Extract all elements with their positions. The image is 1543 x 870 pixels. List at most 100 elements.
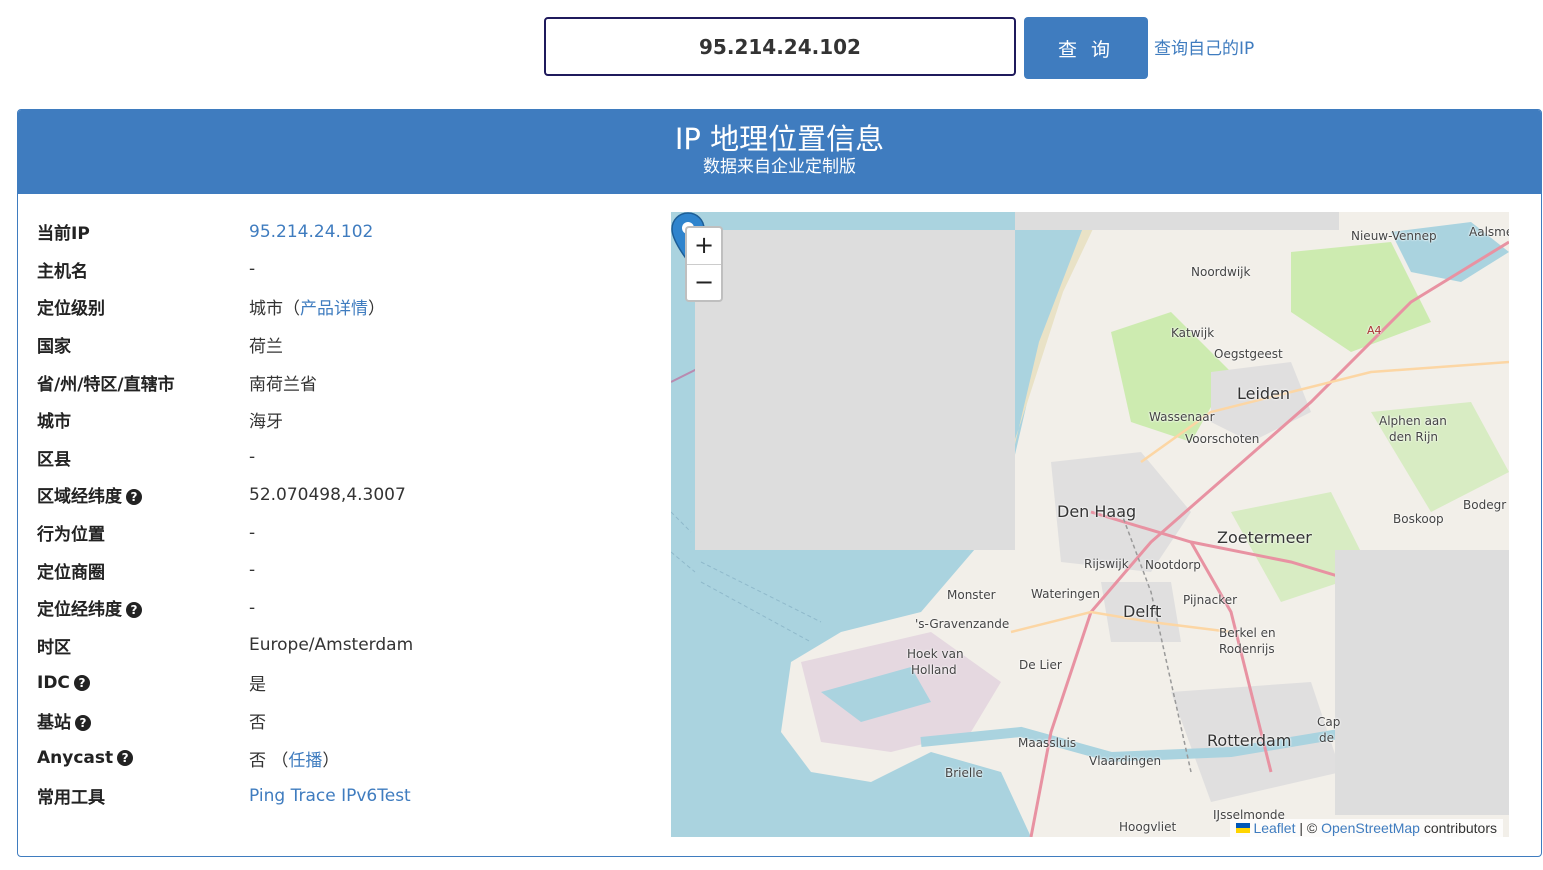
- map-label: Alphen aan: [1379, 414, 1447, 428]
- question-circle-icon[interactable]: ?: [126, 602, 142, 619]
- row-label: 区域经纬度: [37, 487, 122, 508]
- row-value: 城市（: [249, 299, 300, 320]
- row-value: 荷兰: [249, 337, 283, 358]
- self-ip-link[interactable]: 查询自己的IP: [1154, 34, 1254, 59]
- row-label: 当前IP: [37, 224, 90, 245]
- row-anycast: Anycast? 否 （任播）: [37, 739, 413, 777]
- map-label: Boskoop: [1393, 512, 1444, 526]
- row-business-area: 定位商圈 -: [37, 551, 413, 589]
- row-idc: IDC? 是: [37, 664, 413, 702]
- question-circle-icon[interactable]: ?: [73, 674, 90, 691]
- row-city: 城市 海牙: [37, 401, 413, 439]
- row-label: 时区: [37, 637, 71, 658]
- row-hostname: 主机名 -: [37, 251, 413, 289]
- shipping-lane: [700, 561, 822, 643]
- panel-title: IP 地理位置信息: [674, 122, 885, 156]
- map-label: Voorschoten: [1185, 432, 1260, 446]
- row-label: 常用工具: [37, 788, 105, 809]
- row-value: -: [249, 259, 256, 280]
- row-label: 国家: [37, 337, 71, 358]
- question-circle-icon[interactable]: ?: [117, 750, 134, 767]
- map-label: Cap: [1317, 715, 1341, 729]
- missing-tile: [1335, 550, 1509, 815]
- panel-subtitle: 数据来自企业定制版: [703, 157, 856, 177]
- missing-tile: [695, 230, 1015, 550]
- trace-link[interactable]: Trace: [291, 786, 336, 806]
- panel-header: IP 地理位置信息 数据来自企业定制版: [18, 110, 1541, 194]
- map-label: Rodenrijs: [1219, 642, 1275, 656]
- map-label: Rotterdam: [1207, 731, 1292, 750]
- map-label: Vlaardingen: [1089, 754, 1162, 768]
- map-label: Bodegr: [1463, 498, 1507, 512]
- row-value: -: [249, 597, 256, 618]
- map-label: Leiden: [1237, 384, 1291, 403]
- map-label: Maassluis: [1018, 736, 1077, 750]
- row-value: 否 （: [249, 750, 289, 771]
- row-value-suffix: ）: [322, 750, 340, 771]
- map-label: Nootdorp: [1145, 558, 1201, 572]
- row-location-coords: 定位经纬度? -: [37, 589, 413, 627]
- map-label: Brielle: [945, 766, 983, 780]
- query-button[interactable]: 查 询: [1024, 17, 1148, 79]
- attribution-tail: contributors: [1419, 820, 1497, 836]
- map-label: Pijnacker: [1183, 593, 1238, 607]
- map-label: Wassenaar: [1149, 410, 1215, 424]
- row-value-suffix: ）: [368, 299, 385, 320]
- map-label: de: [1319, 731, 1334, 745]
- anycast-link[interactable]: 任播: [288, 751, 322, 771]
- row-label: IDC: [37, 672, 70, 693]
- map-label: Hoek van: [907, 647, 964, 661]
- map-label: De Lier: [1019, 658, 1062, 672]
- row-district: 区县 -: [37, 439, 413, 477]
- row-timezone: 时区 Europe/Amsterdam: [37, 627, 413, 665]
- map-label: Nieuw-Vennep: [1351, 229, 1437, 243]
- map-label: 's-Gravenzande: [915, 617, 1010, 631]
- row-value: 海牙: [249, 412, 283, 433]
- missing-tile: [1015, 212, 1339, 230]
- current-ip-link[interactable]: 95.214.24.102: [249, 222, 373, 242]
- row-label: 基站: [37, 713, 71, 734]
- row-province: 省/州/特区/直辖市 南荷兰省: [37, 363, 413, 401]
- row-value: -: [249, 522, 256, 543]
- row-label: 定位经纬度: [37, 600, 122, 621]
- row-value: -: [249, 447, 256, 468]
- row-label: 定位级别: [37, 299, 105, 320]
- product-detail-link[interactable]: 产品详情: [300, 299, 368, 319]
- map-label: Delft: [1123, 602, 1162, 621]
- attribution-separator: | ©: [1295, 820, 1322, 836]
- ipv6test-link[interactable]: IPv6Test: [341, 786, 411, 806]
- question-circle-icon[interactable]: ?: [75, 715, 91, 732]
- row-value: 52.070498,4.3007: [249, 484, 406, 505]
- row-label: 行为位置: [37, 525, 105, 546]
- row-base-station: 基站? 否: [37, 702, 413, 740]
- road-shield-label: A4: [1367, 324, 1382, 337]
- zoom-out-button[interactable]: −: [687, 265, 721, 301]
- info-table: 当前IP 95.214.24.102 主机名 - 定位级别 城市（产品详情） 国…: [37, 213, 413, 815]
- shipping-lane: [671, 511, 696, 573]
- location-map[interactable]: Nieuw-Vennep Aalsme Noordwijk Katwijk Oe…: [671, 212, 1509, 837]
- zoom-in-button[interactable]: +: [687, 228, 721, 265]
- map-label: Noordwijk: [1191, 265, 1251, 279]
- map-label: Hoogvliet: [1119, 820, 1177, 834]
- ip-info-panel: IP 地理位置信息 数据来自企业定制版 当前IP 95.214.24.102 主…: [17, 109, 1542, 857]
- zoom-control: + −: [685, 226, 723, 302]
- row-value: 否: [249, 713, 266, 734]
- map-label: Monster: [947, 588, 996, 602]
- map-label: Berkel en: [1219, 626, 1276, 640]
- question-circle-icon[interactable]: ?: [126, 489, 142, 506]
- ip-search-input[interactable]: [544, 17, 1016, 76]
- row-region-coords: 区域经纬度? 52.070498,4.3007: [37, 476, 413, 514]
- map-label: Den Haag: [1057, 502, 1137, 521]
- ping-link[interactable]: Ping: [249, 786, 285, 806]
- row-value: 是: [249, 675, 266, 696]
- map-label: Aalsme: [1469, 225, 1509, 239]
- map-label: Katwijk: [1171, 326, 1215, 340]
- row-label: 区县: [37, 449, 71, 470]
- row-behavior-location: 行为位置 -: [37, 514, 413, 552]
- row-label: Anycast: [37, 748, 114, 769]
- row-country: 国家 荷兰: [37, 326, 413, 364]
- openstreetmap-link[interactable]: OpenStreetMap: [1321, 820, 1420, 836]
- map-label: Wateringen: [1031, 587, 1101, 601]
- leaflet-link[interactable]: Leaflet: [1253, 820, 1295, 836]
- row-value: Europe/Amsterdam: [249, 635, 414, 656]
